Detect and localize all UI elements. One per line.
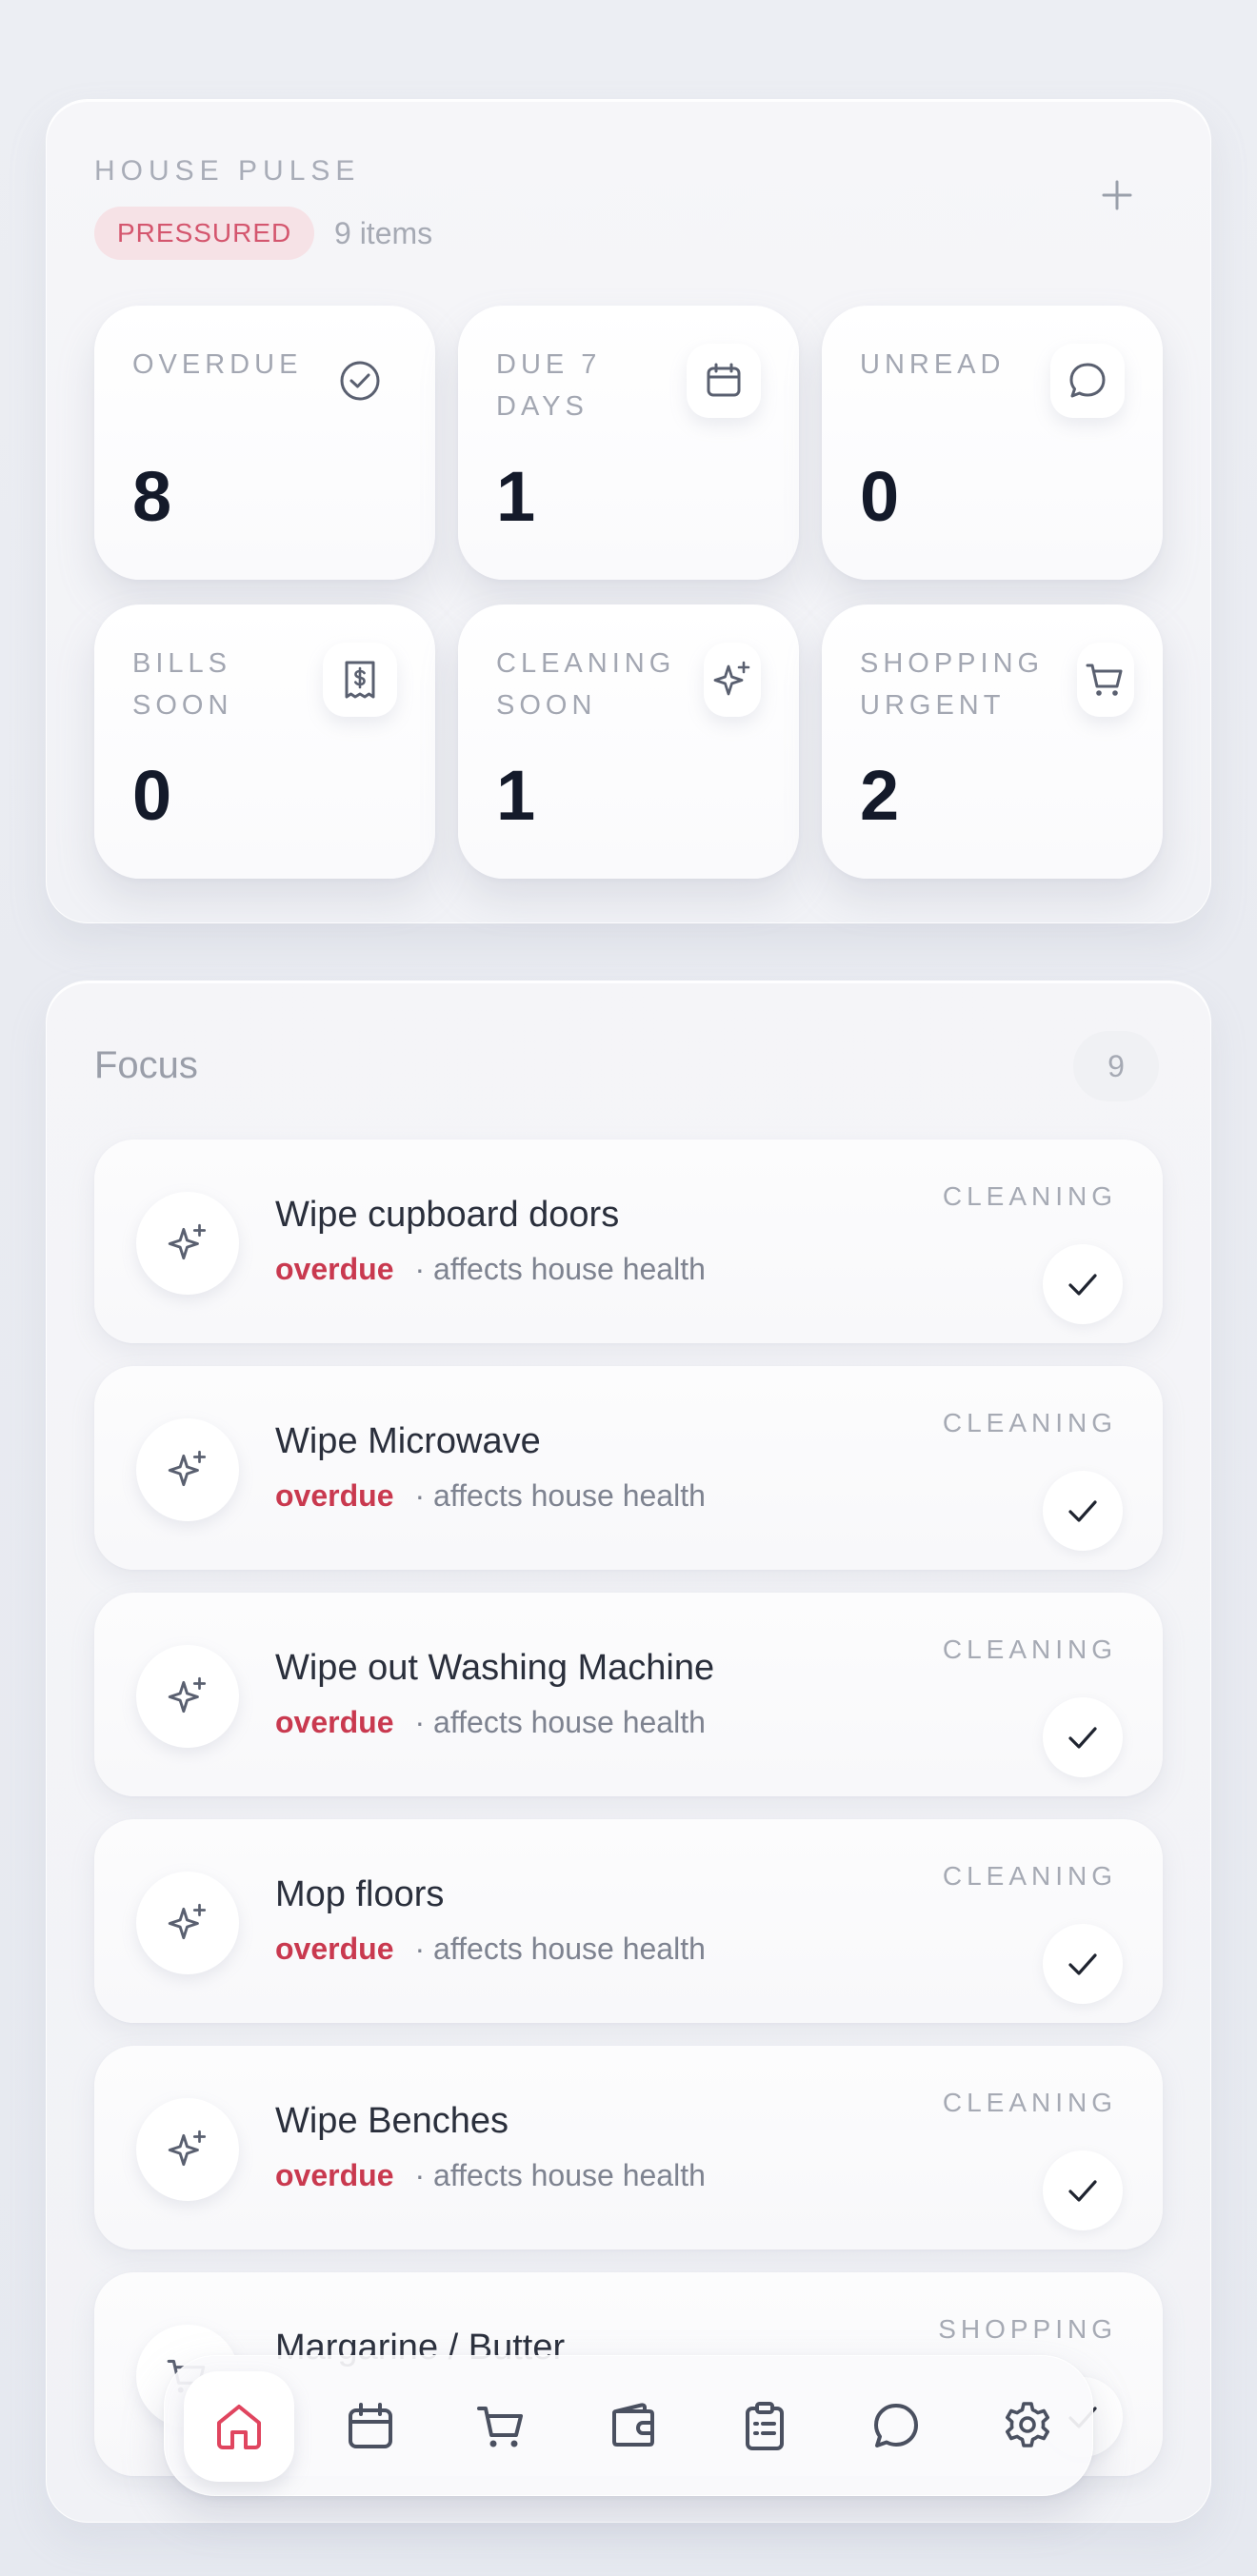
task-note: · affects house health — [414, 1252, 706, 1286]
sparkle-icon — [136, 1872, 239, 1974]
nav-wallet[interactable] — [578, 2371, 688, 2482]
app-screen: HOUSE PULSE PRESSURED 9 items OVERDUE 8 … — [0, 0, 1257, 2576]
task-category: SHOPPING — [938, 2314, 1117, 2344]
nav-tasks[interactable] — [709, 2371, 820, 2482]
chat-bubble-icon — [1050, 344, 1125, 418]
checkmark-icon — [1068, 1727, 1097, 1749]
tile-label: SHOPPING URGENT — [860, 648, 1045, 721]
task-subtitle: overdue · affects house health — [275, 1932, 706, 1967]
checkmark-icon — [1068, 1274, 1097, 1296]
nav-settings[interactable] — [972, 2371, 1083, 2482]
add-button[interactable] — [1092, 170, 1142, 220]
focus-title: Focus — [94, 1044, 198, 1086]
task-category: CLEANING — [942, 1635, 1117, 1664]
wallet-icon — [612, 2403, 654, 2447]
nav-home[interactable] — [184, 2371, 294, 2482]
sparkle-icon — [136, 2098, 239, 2201]
gear-icon — [1006, 2402, 1049, 2447]
task-subtitle: overdue · affects house health — [275, 1478, 706, 1514]
complete-task-button[interactable] — [1043, 1924, 1123, 2004]
tile-value: 0 — [860, 457, 900, 536]
status-badge: PRESSURED — [94, 207, 315, 260]
receipt-dollar-icon — [323, 643, 397, 717]
task-note: · affects house health — [414, 1705, 706, 1739]
complete-task-button[interactable] — [1043, 1697, 1123, 1777]
clipboard-icon — [746, 2402, 784, 2450]
focus-card: Focus 9 Wipe cupboard doors overdue · aff… — [46, 981, 1211, 2523]
plus-icon — [1102, 180, 1132, 210]
complete-task-button[interactable] — [1043, 1471, 1123, 1551]
overdue-label: overdue — [275, 1932, 394, 1966]
tile-cleaning-soon[interactable]: CLEANING SOON 1 — [458, 604, 799, 879]
task-item[interactable]: Wipe cupboard doors overdue · affects hou… — [94, 1139, 1163, 1343]
cart-icon — [1077, 643, 1134, 717]
sparkle-icon — [704, 643, 761, 717]
tile-value: 2 — [860, 756, 900, 835]
tile-shopping-urgent[interactable]: SHOPPING URGENT 2 — [822, 604, 1163, 879]
task-subtitle: overdue · affects house health — [275, 2158, 706, 2193]
calendar-icon — [687, 344, 761, 418]
tile-label: UNREAD — [860, 349, 1006, 380]
overdue-label: overdue — [275, 1252, 394, 1286]
house-pulse-card: HOUSE PULSE PRESSURED 9 items OVERDUE 8 … — [46, 99, 1211, 923]
task-item[interactable]: Wipe out Washing Machine overdue · affect… — [94, 1593, 1163, 1796]
task-title: Wipe cupboard doors — [275, 1195, 620, 1235]
task-note: · affects house health — [414, 1478, 706, 1513]
task-category: CLEANING — [942, 2088, 1117, 2117]
checkmark-icon — [1068, 1953, 1097, 1975]
task-category: CLEANING — [942, 1408, 1117, 1437]
focus-count-badge: 9 — [1073, 1031, 1159, 1101]
tile-label: BILLS SOON — [132, 648, 233, 721]
task-title: Wipe out Washing Machine — [275, 1648, 715, 1688]
task-item[interactable]: Wipe Benches overdue · affects house heal… — [94, 2046, 1163, 2249]
overdue-label: overdue — [275, 1705, 394, 1739]
nav-messages[interactable] — [841, 2371, 951, 2482]
overdue-label: overdue — [275, 1478, 394, 1513]
sparkle-icon — [136, 1192, 239, 1295]
tile-label: OVERDUE — [132, 349, 303, 380]
task-item[interactable]: Wipe Microwave overdue · affects house he… — [94, 1366, 1163, 1570]
items-count: 9 items — [334, 216, 433, 250]
sparkle-icon — [136, 1645, 239, 1748]
tile-value: 1 — [496, 457, 536, 536]
sparkle-icon — [136, 1418, 239, 1521]
complete-task-button[interactable] — [1043, 2150, 1123, 2230]
bottom-nav — [164, 2355, 1093, 2496]
cart-icon — [477, 2407, 523, 2447]
task-category: CLEANING — [942, 1861, 1117, 1891]
tile-label: CLEANING SOON — [496, 648, 676, 721]
nav-calendar[interactable] — [315, 2371, 426, 2482]
task-subtitle: overdue · affects house health — [275, 1252, 706, 1287]
tile-value: 1 — [496, 756, 536, 835]
task-title: Wipe Microwave — [275, 1421, 541, 1461]
tile-value: 0 — [132, 756, 172, 835]
tile-value: 8 — [132, 457, 172, 536]
task-note: · affects house health — [414, 2158, 706, 2192]
task-note: · affects house health — [414, 1932, 706, 1966]
task-category: CLEANING — [942, 1181, 1117, 1211]
checkmark-icon — [1068, 2180, 1097, 2202]
checkmark-icon — [1068, 1500, 1097, 1522]
tile-unread[interactable]: UNREAD 0 — [822, 306, 1163, 580]
check-circle-icon — [323, 344, 397, 418]
overdue-label: overdue — [275, 2158, 394, 2192]
nav-shopping[interactable] — [447, 2371, 557, 2482]
task-title: Mop floors — [275, 1874, 445, 1914]
tile-label: DUE 7 DAYS — [496, 349, 602, 422]
task-title: Wipe Benches — [275, 2101, 509, 2141]
tile-overdue[interactable]: OVERDUE 8 — [94, 306, 435, 580]
complete-task-button[interactable] — [1043, 1244, 1123, 1324]
calendar-icon — [349, 2403, 392, 2448]
pulse-title: HOUSE PULSE — [94, 155, 361, 187]
chat-bubble-icon — [874, 2404, 918, 2447]
tile-due-7-days[interactable]: DUE 7 DAYS 1 — [458, 306, 799, 580]
task-item[interactable]: Mop floors overdue · affects house health… — [94, 1819, 1163, 2023]
task-subtitle: overdue · affects house health — [275, 1705, 706, 1740]
tile-bills-soon[interactable]: BILLS SOON 0 — [94, 604, 435, 879]
home-icon — [217, 2405, 261, 2449]
